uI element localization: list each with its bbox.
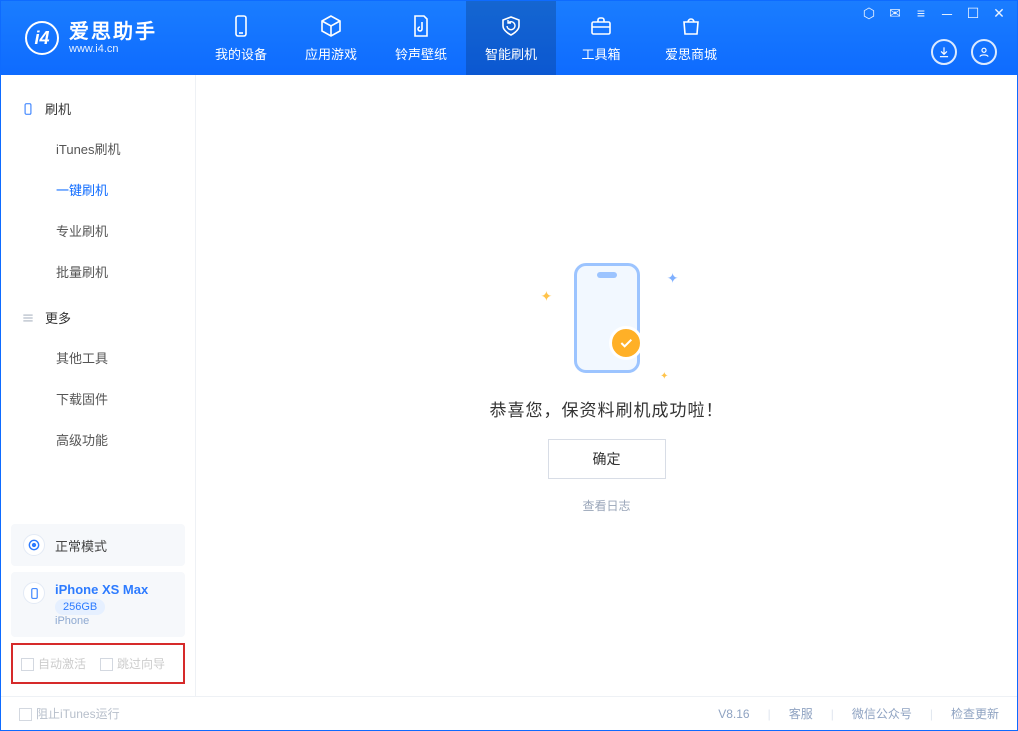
wechat-link[interactable]: 微信公众号: [852, 705, 912, 722]
check-update-link[interactable]: 检查更新: [951, 705, 999, 722]
device-name: iPhone XS Max: [55, 582, 148, 597]
bag-icon: [679, 14, 703, 38]
sidebar-item-download-firmware[interactable]: 下载固件: [1, 378, 195, 419]
block-itunes-checkbox[interactable]: 阻止iTunes运行: [19, 705, 120, 722]
header-bar: i4 爱思助手 www.i4.cn 我的设备 应用游戏 铃声壁纸 智能刷机: [1, 1, 1017, 75]
list-icon: [21, 311, 35, 325]
briefcase-icon: [589, 14, 613, 38]
close-button[interactable]: ✕: [991, 5, 1007, 25]
user-icon: [977, 45, 991, 59]
main-panel: ✦ ✦ ✦ 恭喜您，保资料刷机成功啦！ 确定 查看日志: [196, 75, 1017, 696]
main-nav: 我的设备 应用游戏 铃声壁纸 智能刷机 工具箱 爱思商城: [196, 1, 736, 75]
nav-store[interactable]: 爱思商城: [646, 1, 736, 75]
maximize-button[interactable]: ☐: [965, 5, 981, 25]
brand-sub: www.i4.cn: [69, 43, 157, 55]
sidebar-item-advanced[interactable]: 高级功能: [1, 419, 195, 460]
footer-bar: 阻止iTunes运行 V8.16 | 客服 | 微信公众号 | 检查更新: [1, 696, 1017, 730]
sidebar-section-flash[interactable]: 刷机: [1, 89, 195, 128]
auto-activate-checkbox[interactable]: 自动激活: [21, 655, 86, 672]
music-file-icon: [409, 14, 433, 38]
sidebar-item-batch-flash[interactable]: 批量刷机: [1, 251, 195, 292]
ok-button[interactable]: 确定: [548, 439, 666, 479]
brand-logo: i4 爱思助手 www.i4.cn: [1, 21, 196, 55]
device-icon: [21, 102, 35, 116]
brand-title: 爱思助手: [69, 21, 157, 43]
check-icon: [609, 326, 643, 360]
nav-toolbox[interactable]: 工具箱: [556, 1, 646, 75]
download-icon: [937, 45, 951, 59]
mode-icon: [23, 534, 45, 556]
app-window: i4 爱思助手 www.i4.cn 我的设备 应用游戏 铃声壁纸 智能刷机: [0, 0, 1018, 731]
nav-smart-flash[interactable]: 智能刷机: [466, 1, 556, 75]
nav-apps[interactable]: 应用游戏: [286, 1, 376, 75]
device-card-icon: [23, 582, 45, 604]
skin-icon[interactable]: ⬡: [861, 5, 877, 25]
logo-mark-icon: i4: [25, 21, 59, 55]
nav-my-device[interactable]: 我的设备: [196, 1, 286, 75]
device-storage-badge: 256GB: [55, 599, 105, 615]
success-illustration: ✦ ✦ ✦: [547, 258, 667, 378]
mode-card[interactable]: 正常模式: [11, 524, 185, 566]
device-card[interactable]: iPhone XS Max 256GB iPhone: [11, 572, 185, 637]
skip-guide-checkbox[interactable]: 跳过向导: [100, 655, 165, 672]
sidebar-item-one-click-flash[interactable]: 一键刷机: [1, 169, 195, 210]
cube-icon: [319, 14, 343, 38]
success-message: 恭喜您，保资料刷机成功啦！: [490, 396, 724, 421]
refresh-shield-icon: [499, 14, 523, 38]
version-label: V8.16: [718, 707, 749, 721]
mode-text: 正常模式: [55, 536, 107, 555]
options-row: 自动激活 跳过向导: [11, 643, 185, 684]
phone-icon: [229, 14, 253, 38]
nav-ringtone[interactable]: 铃声壁纸: [376, 1, 466, 75]
window-controls: ⬡ ✉ ≡ － ☐ ✕: [861, 5, 1007, 25]
user-button[interactable]: [971, 39, 997, 65]
minimize-button[interactable]: －: [939, 5, 955, 25]
body-area: 刷机 iTunes刷机 一键刷机 专业刷机 批量刷机 更多 其他工具 下载固件 …: [1, 75, 1017, 696]
header-right-actions: [931, 39, 997, 65]
sidebar-item-pro-flash[interactable]: 专业刷机: [1, 210, 195, 251]
sidebar: 刷机 iTunes刷机 一键刷机 专业刷机 批量刷机 更多 其他工具 下载固件 …: [1, 75, 196, 696]
sidebar-section-more[interactable]: 更多: [1, 298, 195, 337]
sidebar-item-other-tools[interactable]: 其他工具: [1, 337, 195, 378]
feedback-icon[interactable]: ✉: [887, 5, 903, 25]
view-log-link[interactable]: 查看日志: [582, 497, 630, 514]
sidebar-item-itunes-flash[interactable]: iTunes刷机: [1, 128, 195, 169]
download-button[interactable]: [931, 39, 957, 65]
customer-service-link[interactable]: 客服: [789, 705, 813, 722]
device-type: iPhone: [55, 615, 148, 627]
menu-icon[interactable]: ≡: [913, 5, 929, 25]
